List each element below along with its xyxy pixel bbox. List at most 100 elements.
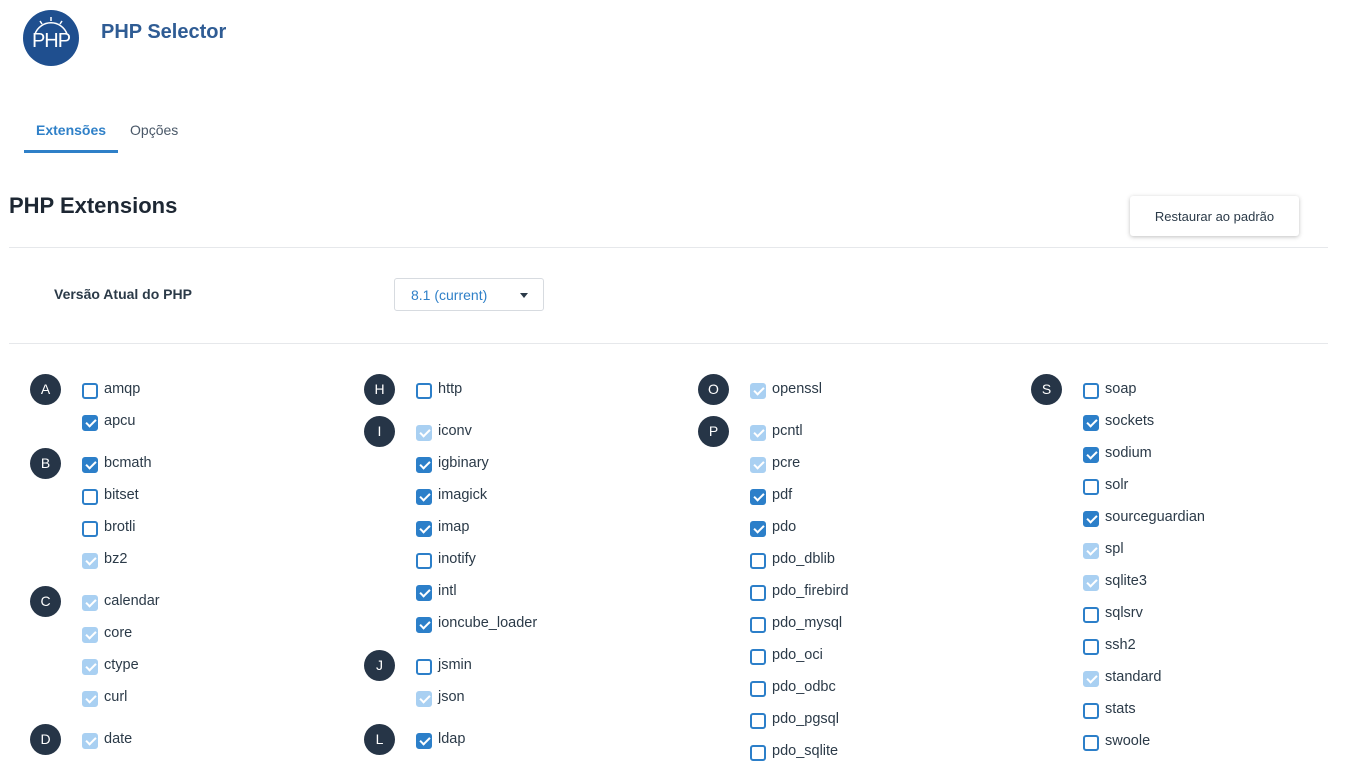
- extension-item-standard: standard: [1083, 662, 1351, 694]
- extension-checkbox[interactable]: [1083, 447, 1099, 463]
- extension-group-c: Ccalendar core ctype curl: [30, 586, 350, 714]
- extension-item-solr[interactable]: solr: [1083, 470, 1351, 502]
- extension-item-soap[interactable]: soap: [1083, 374, 1351, 406]
- extension-group-i: Iiconv igbinary imagick imap inotify intl ionc…: [364, 416, 684, 640]
- extension-checkbox[interactable]: [416, 457, 432, 473]
- extension-label: pcre: [772, 455, 801, 471]
- extension-label: solr: [1105, 477, 1129, 493]
- extension-item-sourceguardian[interactable]: sourceguardian: [1083, 502, 1351, 534]
- restore-defaults-button[interactable]: Restaurar ao padrão: [1130, 196, 1299, 236]
- extension-item-pdo-pgsql[interactable]: pdo_pgsql: [750, 704, 1018, 736]
- extension-item-pdo[interactable]: pdo: [750, 512, 1018, 544]
- extension-checkbox[interactable]: [416, 617, 432, 633]
- extension-checkbox[interactable]: [82, 457, 98, 473]
- extension-label: swoole: [1105, 733, 1151, 749]
- extension-checkbox[interactable]: [416, 521, 432, 537]
- extension-item-calendar: calendar: [82, 586, 350, 618]
- extension-item-bitset[interactable]: bitset: [82, 480, 350, 512]
- extension-checkbox[interactable]: [1083, 735, 1099, 751]
- extension-item-pdo-oci[interactable]: pdo_oci: [750, 640, 1018, 672]
- extension-label: pdo_dblib: [772, 551, 835, 567]
- extension-item-pdf[interactable]: pdf: [750, 480, 1018, 512]
- extension-item-imagick[interactable]: imagick: [416, 480, 684, 512]
- letter-badge: P: [698, 416, 729, 447]
- letter-badge: H: [364, 374, 395, 405]
- extension-item-json: json: [416, 682, 684, 714]
- extension-label: ssh2: [1105, 637, 1136, 653]
- tab-extensoes[interactable]: Extensões: [24, 113, 119, 153]
- extension-checkbox[interactable]: [416, 659, 432, 675]
- extension-label: jsmin: [438, 657, 472, 673]
- extension-checkbox[interactable]: [750, 521, 766, 537]
- extension-checkbox[interactable]: [750, 489, 766, 505]
- extension-checkbox[interactable]: [1083, 415, 1099, 431]
- extension-checkbox[interactable]: [750, 681, 766, 697]
- extension-item-sodium[interactable]: sodium: [1083, 438, 1351, 470]
- extension-item-pdo-odbc[interactable]: pdo_odbc: [750, 672, 1018, 704]
- extension-item-jsmin[interactable]: jsmin: [416, 650, 684, 682]
- extension-label: sqlsrv: [1105, 605, 1143, 621]
- extension-item-stats[interactable]: stats: [1083, 694, 1351, 726]
- extension-checkbox[interactable]: [1083, 607, 1099, 623]
- extension-label: sockets: [1105, 413, 1155, 429]
- extension-checkbox[interactable]: [750, 617, 766, 633]
- extension-item-intl[interactable]: intl: [416, 576, 684, 608]
- extension-checkbox[interactable]: [1083, 383, 1099, 399]
- extension-checkbox[interactable]: [416, 489, 432, 505]
- extension-checkbox[interactable]: [750, 745, 766, 761]
- extension-item-pdo-firebird[interactable]: pdo_firebird: [750, 576, 1018, 608]
- extension-checkbox: [416, 425, 432, 441]
- extension-checkbox[interactable]: [82, 415, 98, 431]
- extension-item-igbinary[interactable]: igbinary: [416, 448, 684, 480]
- extension-label: http: [438, 381, 463, 397]
- extension-checkbox[interactable]: [82, 383, 98, 399]
- extension-item-swoole[interactable]: swoole: [1083, 726, 1351, 758]
- extension-item-bcmath[interactable]: bcmath: [82, 448, 350, 480]
- php-version-label: Versão Atual do PHP: [54, 286, 192, 302]
- extension-item-ioncube-loader[interactable]: ioncube_loader: [416, 608, 684, 640]
- extension-checkbox[interactable]: [82, 521, 98, 537]
- extension-checkbox[interactable]: [1083, 479, 1099, 495]
- extension-checkbox[interactable]: [750, 713, 766, 729]
- extension-item-ldap[interactable]: ldap: [416, 724, 684, 756]
- extension-checkbox[interactable]: [416, 383, 432, 399]
- extension-checkbox[interactable]: [416, 733, 432, 749]
- extension-checkbox[interactable]: [750, 553, 766, 569]
- extension-label: stats: [1105, 701, 1136, 717]
- extension-item-brotli[interactable]: brotli: [82, 512, 350, 544]
- extension-item-http[interactable]: http: [416, 374, 684, 406]
- tab-opcoes[interactable]: Opções: [118, 113, 190, 151]
- extension-label: pcntl: [772, 423, 803, 439]
- extensions-column-3: Oopenssl Ppcntl pcre pdf pdo pdo_dblib pdo_fir…: [698, 374, 1018, 761]
- extension-checkbox[interactable]: [416, 553, 432, 569]
- extensions-column-4: Ssoap sockets sodium solr sourceguardian spl s…: [1031, 374, 1351, 758]
- extension-item-imap[interactable]: imap: [416, 512, 684, 544]
- extension-checkbox[interactable]: [416, 585, 432, 601]
- extension-checkbox: [82, 595, 98, 611]
- extension-item-pdo-dblib[interactable]: pdo_dblib: [750, 544, 1018, 576]
- extension-item-sockets[interactable]: sockets: [1083, 406, 1351, 438]
- extension-group-j: Jjsmin json: [364, 650, 684, 714]
- extension-item-apcu[interactable]: apcu: [82, 406, 350, 438]
- extension-label: pdo_firebird: [772, 583, 849, 599]
- extension-group-h: Hhttp: [364, 374, 684, 406]
- extension-checkbox: [82, 627, 98, 643]
- extension-item-pdo-mysql[interactable]: pdo_mysql: [750, 608, 1018, 640]
- php-version-select[interactable]: 8.1 (current): [394, 278, 544, 311]
- extension-item-ssh2[interactable]: ssh2: [1083, 630, 1351, 662]
- extension-item-inotify[interactable]: inotify: [416, 544, 684, 576]
- extension-checkbox[interactable]: [82, 489, 98, 505]
- logo-text: PHP: [31, 30, 71, 52]
- extension-checkbox[interactable]: [750, 585, 766, 601]
- extension-checkbox[interactable]: [1083, 703, 1099, 719]
- extension-checkbox[interactable]: [750, 649, 766, 665]
- extension-item-amqp[interactable]: amqp: [82, 374, 350, 406]
- extension-item-pdo-sqlite[interactable]: pdo_sqlite: [750, 736, 1018, 761]
- extension-checkbox[interactable]: [1083, 639, 1099, 655]
- extension-checkbox: [750, 383, 766, 399]
- extension-checkbox[interactable]: [1083, 511, 1099, 527]
- extension-checkbox: [1083, 575, 1099, 591]
- extension-item-sqlsrv[interactable]: sqlsrv: [1083, 598, 1351, 630]
